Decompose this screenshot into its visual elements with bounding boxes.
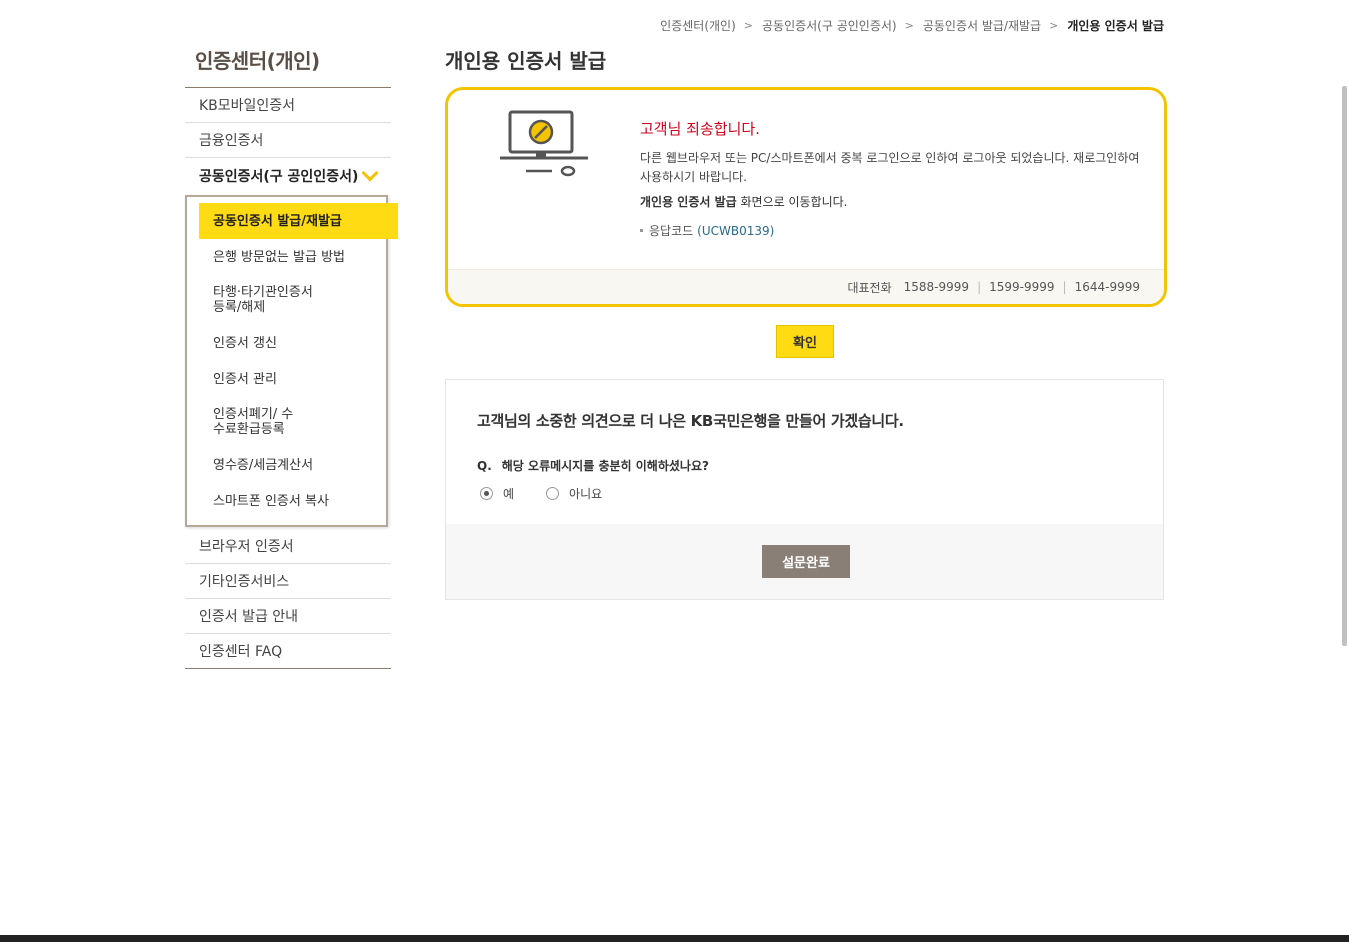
confirm-button[interactable]: 확인 — [776, 325, 834, 358]
page-title: 개인용 인증서 발급 — [445, 49, 607, 73]
sidebar-item-browser-cert[interactable]: 브라우저 인증서 — [185, 529, 391, 564]
sidebar-item-faq[interactable]: 인증센터 FAQ — [185, 634, 391, 669]
scrollbar[interactable] — [1340, 0, 1349, 935]
breadcrumb-separator-icon: > — [904, 19, 914, 32]
scrollbar-thumb[interactable] — [1342, 86, 1347, 646]
option-no[interactable]: 아니요 — [546, 485, 602, 502]
redirect-target: 개인용 인증서 발급 — [640, 195, 737, 209]
option-yes[interactable]: 예 — [480, 485, 514, 502]
option-label: 아니요 — [569, 487, 603, 501]
alert-redirect-message: 개인용 인증서 발급 화면으로 이동합니다. — [640, 193, 1140, 210]
question-mark-label: Q. — [477, 459, 492, 473]
response-code-row: 응답코드 (UCWB0139) — [640, 222, 1140, 239]
response-code-value: (UCWB0139) — [697, 223, 775, 238]
breadcrumb-current: 개인용 인증서 발급 — [1067, 19, 1164, 33]
survey-question: Q. 해당 오류메시지를 충분히 이해하셨나요? — [477, 457, 709, 474]
breadcrumb-item[interactable]: 인증센터(개인) — [660, 17, 736, 34]
bottom-bar — [0, 935, 1349, 942]
phone-footer: 대표전화 1588-9999 | 1599-9999 | 1644-9999 — [448, 269, 1164, 304]
sidebar-title: 인증센터(개인) — [195, 49, 320, 73]
submenu-item-cert-revoke[interactable]: 인증서폐기/ 수수료환급등록 — [187, 397, 303, 447]
submenu-item-issue-reissue[interactable]: 공동인증서 발급/재발급 — [199, 203, 398, 239]
sidebar-item-cert-guide[interactable]: 인증서 발급 안내 — [185, 599, 391, 634]
bullet-icon — [640, 229, 643, 232]
survey-options: 예 아니요 — [480, 485, 634, 502]
submenu-item-no-visit-issue[interactable]: 은행 방문없는 발급 방법 — [187, 239, 386, 275]
breadcrumb-separator-icon: > — [743, 19, 753, 32]
breadcrumb: 인증센터(개인) > 공동인증서(구 공인인증서) > 공동인증서 발급/재발급… — [660, 17, 1164, 34]
submenu-item-cert-renew[interactable]: 인증서 갱신 — [187, 325, 386, 361]
radio-unchecked-icon[interactable] — [546, 487, 560, 500]
error-alert-box: 고객님 죄송합니다. 다른 웹브라우저 또는 PC/스마트폰에서 중복 로그인으… — [445, 87, 1167, 307]
breadcrumb-item[interactable]: 공동인증서(구 공인인증서) — [762, 17, 897, 34]
chevron-down-icon — [361, 164, 379, 181]
response-code-label: 응답코드 — [649, 224, 694, 238]
breadcrumb-separator-icon: > — [1049, 19, 1059, 32]
sidebar-item-financial-cert[interactable]: 금융인증서 — [185, 123, 391, 158]
question-text: 해당 오류메시지를 충분히 이해하셨나요? — [501, 459, 709, 473]
alert-title: 고객님 죄송합니다. — [640, 120, 760, 138]
phone-number: 1588-9999 — [903, 280, 970, 294]
sidebar-item-joint-cert[interactable]: 공동인증서(구 공인인증서) — [185, 158, 391, 193]
survey-panel: 고객님의 소중한 의견으로 더 나은 KB국민은행을 만들어 가겠습니다. Q.… — [445, 379, 1164, 600]
submenu-item-other-bank-cert[interactable]: 타행·타기관인증서 등록/해제 — [187, 275, 323, 325]
redirect-text: 화면으로 이동합니다. — [736, 195, 848, 209]
survey-submit-button[interactable]: 설문완료 — [762, 545, 850, 578]
phone-number: 1599-9999 — [989, 280, 1055, 294]
submenu: 공동인증서 발급/재발급 은행 방문없는 발급 방법 타행·타기관인증서 등록/… — [185, 195, 398, 527]
phone-label: 대표전화 — [847, 280, 892, 295]
sidebar-item-kb-mobile-cert[interactable]: KB모바일인증서 — [185, 88, 391, 123]
sidebar-menu: KB모바일인증서 금융인증서 공동인증서(구 공인인증서) 공동인증서 발급/재… — [185, 87, 398, 669]
alert-message: 다른 웹브라우저 또는 PC/스마트폰에서 중복 로그인으로 인하여 로그아웃 … — [640, 151, 1140, 184]
survey-footer: 설문완료 — [446, 524, 1163, 599]
breadcrumb-item[interactable]: 공동인증서 발급/재발급 — [923, 17, 1041, 34]
option-label: 예 — [503, 487, 515, 501]
radio-checked-icon[interactable] — [480, 487, 493, 500]
sidebar-item-label: 공동인증서(구 공인인증서) — [199, 168, 359, 185]
phone-separator: | — [977, 280, 982, 294]
survey-title: 고객님의 소중한 의견으로 더 나은 KB국민은행을 만들어 가겠습니다. — [477, 412, 904, 430]
sidebar-item-other-cert-service[interactable]: 기타인증서비스 — [185, 564, 391, 599]
submenu-item-receipt[interactable]: 영수증/세금계산서 — [187, 447, 386, 483]
phone-number: 1644-9999 — [1074, 280, 1140, 294]
submenu-item-cert-manage[interactable]: 인증서 관리 — [187, 361, 386, 397]
monitor-blocked-icon — [500, 110, 588, 177]
alert-content: 고객님 죄송합니다. 다른 웹브라우저 또는 PC/스마트폰에서 중복 로그인으… — [640, 118, 1140, 239]
submenu-item-smartphone-copy[interactable]: 스마트폰 인증서 복사 — [187, 483, 386, 519]
phone-separator: | — [1062, 280, 1067, 294]
